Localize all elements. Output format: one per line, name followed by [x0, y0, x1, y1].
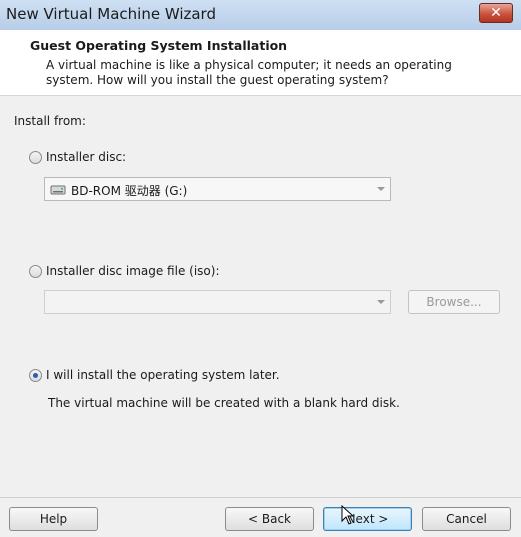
install-later-radio[interactable] [29, 369, 42, 382]
disc-drive-icon [50, 185, 66, 195]
iso-path-select[interactable] [44, 290, 391, 314]
installer-disc-label[interactable]: Installer disc: [46, 150, 126, 164]
installer-iso-radio[interactable] [29, 265, 42, 278]
title-bar[interactable]: New Virtual Machine Wizard ✕ [0, 0, 521, 30]
browse-button[interactable]: Browse... [408, 290, 500, 314]
footer-divider [0, 497, 521, 498]
installer-iso-label[interactable]: Installer disc image file (iso): [46, 264, 219, 278]
install-from-label: Install from: [14, 114, 86, 128]
page-title: Guest Operating System Installation [30, 38, 288, 53]
chevron-down-icon [377, 300, 385, 304]
disc-drive-select[interactable]: BD-ROM 驱动器 (G:) [44, 177, 391, 201]
disc-drive-value: BD-ROM 驱动器 (G:) [71, 184, 188, 198]
chevron-down-icon [377, 187, 385, 191]
mouse-cursor-icon [341, 505, 355, 525]
window-title: New Virtual Machine Wizard [6, 5, 216, 23]
wizard-header: Guest Operating System Installation A vi… [0, 30, 521, 96]
install-later-note: The virtual machine will be created with… [48, 396, 400, 410]
cancel-button[interactable]: Cancel [422, 507, 511, 531]
help-button[interactable]: Help [9, 507, 98, 531]
next-button[interactable]: Next > [323, 507, 412, 531]
install-later-label[interactable]: I will install the operating system late… [46, 368, 280, 382]
close-button[interactable]: ✕ [479, 3, 513, 23]
wizard-window: New Virtual Machine Wizard ✕ Guest Opera… [0, 0, 521, 537]
back-button[interactable]: < Back [225, 507, 314, 531]
page-description: A virtual machine is like a physical com… [46, 58, 452, 87]
close-icon: ✕ [490, 5, 502, 21]
installer-disc-radio[interactable] [29, 151, 42, 164]
